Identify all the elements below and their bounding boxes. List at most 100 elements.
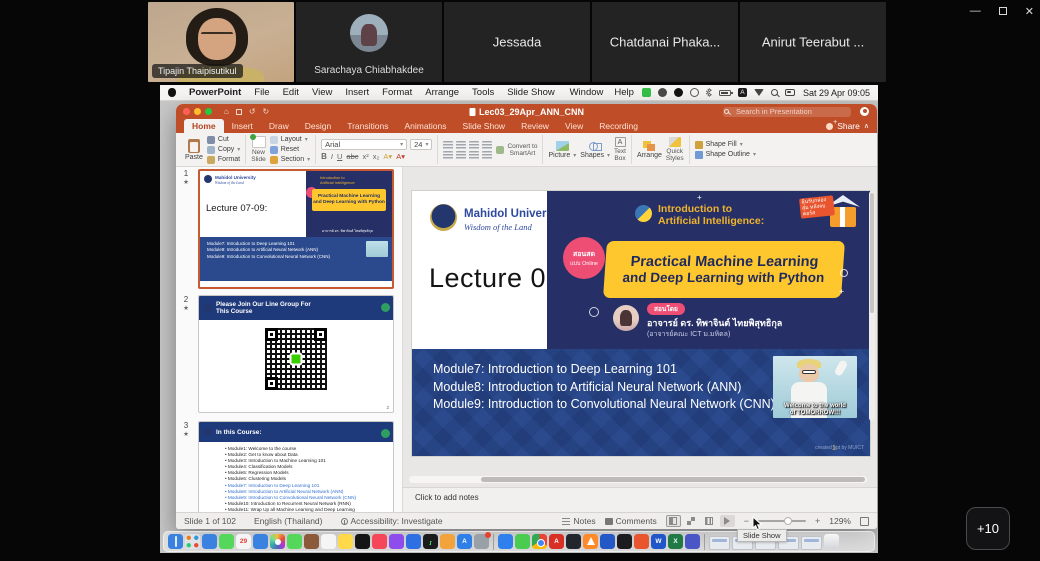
more-participants-button[interactable]: +10: [966, 507, 1010, 550]
wifi-icon[interactable]: [754, 89, 764, 96]
minimize-icon[interactable]: —: [970, 5, 981, 17]
slide-show-button[interactable]: [720, 515, 735, 527]
font-color-button[interactable]: A▾: [396, 152, 405, 161]
copy-button[interactable]: Copy▾: [207, 146, 240, 154]
tab-slide-show[interactable]: Slide Show: [455, 119, 514, 133]
tab-transitions[interactable]: Transitions: [339, 119, 396, 133]
normal-view-button[interactable]: [666, 515, 681, 527]
cam-icon[interactable]: [674, 88, 683, 97]
dock-acrobat-icon[interactable]: A: [549, 534, 564, 549]
slide-thumbnail-1[interactable]: Mahidol University Wisdom of the Land Le…: [198, 169, 394, 289]
numbering-icon[interactable]: [456, 141, 466, 149]
dock-orange-app-icon[interactable]: [634, 534, 649, 549]
shape-outline-button[interactable]: Shape Outline▾: [695, 151, 756, 159]
notes-toggle[interactable]: Notes: [562, 516, 595, 526]
shapes-button[interactable]: Shapes▾: [580, 141, 610, 159]
dock-stocks-icon[interactable]: [423, 534, 438, 549]
dock-notes-icon[interactable]: [338, 534, 353, 549]
reset-button[interactable]: Reset: [270, 146, 310, 154]
dock-line-icon[interactable]: [515, 534, 530, 549]
dock-launchpad-icon[interactable]: [185, 534, 200, 549]
font-size-select[interactable]: 24▾: [410, 139, 432, 150]
tab-home[interactable]: Home: [184, 119, 224, 133]
dock-podcasts-icon[interactable]: [389, 534, 404, 549]
menu-slide-show[interactable]: Slide Show: [507, 87, 555, 98]
line-spacing-icon[interactable]: [482, 151, 492, 159]
strikethrough-button[interactable]: abc: [346, 152, 358, 161]
reading-view-button[interactable]: [702, 515, 717, 527]
slide-thumbnail-3[interactable]: In this Course: Module1: Welcome to the …: [198, 421, 394, 512]
dock-blue-app-icon[interactable]: [600, 534, 615, 549]
zoom-in-button[interactable]: +: [815, 516, 820, 526]
dock-minimized-window[interactable]: [709, 536, 730, 550]
zoom-slider-knob[interactable]: [784, 517, 792, 525]
dock-finder-icon[interactable]: [168, 534, 183, 549]
dock-translate-icon[interactable]: [406, 534, 421, 549]
menu-window[interactable]: Window: [570, 87, 604, 98]
account-icon[interactable]: [860, 107, 869, 116]
dock-chrome-icon[interactable]: [532, 534, 547, 549]
font-name-select[interactable]: Arial▾: [321, 139, 407, 150]
dock-game-center-icon[interactable]: [474, 534, 489, 549]
redo-icon[interactable]: ↻: [263, 107, 270, 116]
dock-tv-icon[interactable]: [355, 534, 370, 549]
menu-file[interactable]: File: [254, 87, 269, 98]
dock-minimized-window[interactable]: [801, 536, 822, 550]
batt-icon[interactable]: [719, 90, 731, 96]
tab-view[interactable]: View: [557, 119, 591, 133]
menu-format[interactable]: Format: [382, 87, 412, 98]
convert-smartart-button[interactable]: Convert toSmartArt: [496, 143, 537, 157]
zoom-window-icon[interactable]: [205, 108, 212, 115]
superscript-button[interactable]: x²: [363, 152, 369, 161]
subscript-button[interactable]: x₂: [373, 152, 380, 161]
slide-sorter-view-button[interactable]: [684, 515, 699, 527]
picture-button[interactable]: Picture▾: [548, 141, 576, 159]
participant-tile-sarachaya-chiabhakdee[interactable]: Sarachaya Chiabhakdee: [296, 2, 442, 82]
tab-insert[interactable]: Insert: [224, 119, 261, 133]
bullets-icon[interactable]: [443, 141, 453, 149]
share-button[interactable]: Share ∧: [826, 121, 869, 133]
dock-app-store-icon[interactable]: A: [457, 534, 472, 549]
dock-webex-icon[interactable]: [498, 534, 513, 549]
participant-tile-jessada[interactable]: Jessada: [444, 2, 590, 82]
zoom-slider[interactable]: [758, 520, 806, 522]
tab-recording[interactable]: Recording: [591, 119, 646, 133]
participant-tile-chatdanai-phaka[interactable]: Chatdanai Phaka...: [592, 2, 738, 82]
comments-toggle[interactable]: Comments: [605, 516, 657, 526]
underline-button[interactable]: U: [337, 152, 342, 161]
shape-fill-button[interactable]: Shape Fill▾: [695, 141, 756, 149]
menu-tools[interactable]: Tools: [472, 87, 494, 98]
language-status[interactable]: English (Thailand): [254, 516, 323, 526]
quick-styles-button[interactable]: QuickStyles: [666, 137, 684, 162]
dock-messages-icon[interactable]: [219, 534, 234, 549]
close-window-icon[interactable]: [183, 108, 190, 115]
bt-icon[interactable]: [706, 88, 712, 97]
participant-tile-tipajin-thaipisutikul[interactable]: Tipajin Thaipisutikul: [148, 2, 294, 82]
accessibility-status[interactable]: Accessibility: Investigate: [351, 516, 443, 526]
line-icon[interactable]: [642, 88, 651, 97]
dock-photos-icon[interactable]: [270, 534, 285, 549]
tab-review[interactable]: Review: [513, 119, 557, 133]
layout-button[interactable]: Layout▾: [270, 136, 310, 144]
participant-tile-anirut-teerabut[interactable]: Anirut Teerabut ...: [740, 2, 886, 82]
indent-increase-icon[interactable]: [482, 141, 492, 149]
search-input[interactable]: [723, 107, 851, 117]
home-icon[interactable]: ⌂: [224, 107, 229, 116]
minimize-window-icon[interactable]: [194, 108, 201, 115]
dock-calendar-icon[interactable]: 29: [236, 534, 251, 549]
section-button[interactable]: Section▾: [270, 156, 310, 164]
cc-icon[interactable]: [785, 89, 795, 96]
menu-edit[interactable]: Edit: [283, 87, 299, 98]
menu-help[interactable]: Help: [614, 87, 634, 98]
text-box-button[interactable]: ATextBox: [614, 137, 626, 162]
collapse-ribbon-icon[interactable]: ∧: [864, 122, 869, 130]
maximize-icon[interactable]: [999, 7, 1007, 15]
notes-pane[interactable]: Click to add notes: [403, 487, 877, 512]
cut-button[interactable]: Cut: [207, 136, 240, 144]
menu-arrange[interactable]: Arrange: [425, 87, 459, 98]
a-icon[interactable]: [738, 88, 747, 97]
highlight-button[interactable]: A▾: [383, 152, 392, 161]
rec-icon[interactable]: [690, 88, 699, 97]
close-icon[interactable]: ✕: [1025, 5, 1034, 18]
fit-to-window-icon[interactable]: [860, 517, 869, 526]
